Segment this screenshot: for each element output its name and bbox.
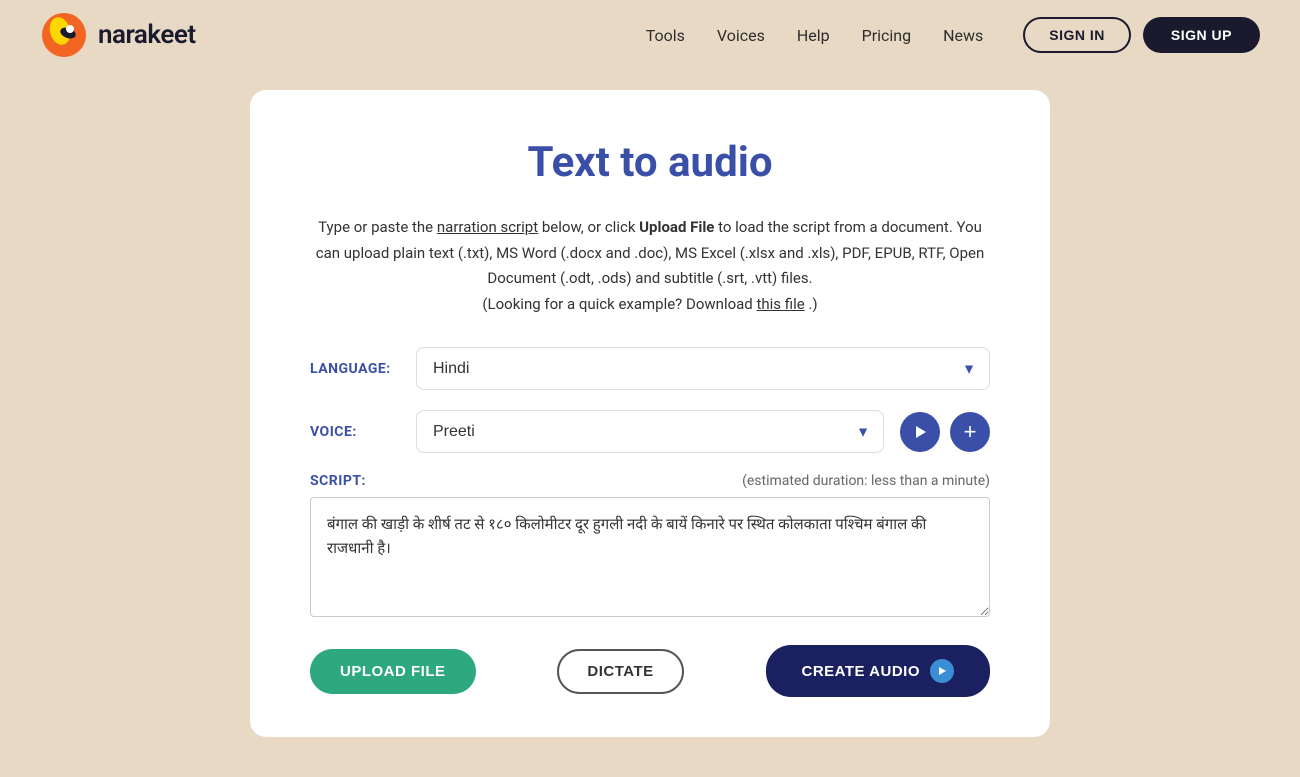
narration-script-link[interactable]: narration script [437,218,538,236]
play-voice-button[interactable] [900,412,940,452]
play-triangle-icon [937,666,947,676]
sign-up-button[interactable]: SIGN UP [1143,17,1260,53]
language-label: LANGUAGE: [310,361,400,377]
desc-part4: (Looking for a quick example? Download [482,295,756,313]
page-title: Text to audio [310,138,990,187]
upload-file-button[interactable]: UPLOAD FILE [310,649,476,694]
main-card: Text to audio Type or paste the narratio… [250,90,1050,737]
script-label: SCRIPT: [310,473,366,489]
script-header: SCRIPT: (estimated duration: less than a… [310,473,990,489]
desc-part1: Type or paste the [318,218,433,236]
create-audio-label: CREATE AUDIO [802,663,921,680]
nav-voices[interactable]: Voices [717,26,765,45]
nav-tools[interactable]: Tools [646,26,685,45]
dictate-button[interactable]: DICTATE [557,649,683,694]
language-field-row: LANGUAGE: Hindi ▼ [310,347,990,390]
nav-help[interactable]: Help [797,26,830,45]
voice-field-row: VOICE: Preeti ▼ + [310,410,990,453]
sign-in-button[interactable]: SIGN IN [1023,17,1131,53]
voice-select[interactable]: Preeti [416,410,884,453]
estimated-duration: (estimated duration: less than a minute) [742,473,990,489]
language-select[interactable]: Hindi [416,347,990,390]
add-voice-button[interactable]: + [950,412,990,452]
description-text: Type or paste the narration script below… [310,215,990,317]
upload-file-emphasis: Upload File [639,218,714,236]
voice-label: VOICE: [310,424,400,440]
desc-part2: below, or click [542,218,639,236]
nav-news[interactable]: News [943,26,983,45]
auth-buttons: SIGN IN SIGN UP [1023,17,1260,53]
logo-icon [40,11,88,59]
nav-pricing[interactable]: Pricing [862,26,912,45]
language-select-wrapper: Hindi ▼ [416,347,990,390]
play-icon [913,425,927,439]
script-textarea[interactable]: बंगाल की खाड़ी के शीर्ष तट से १८० किलोमी… [310,497,990,617]
logo[interactable]: narakeet [40,11,196,59]
main-nav: Tools Voices Help Pricing News [646,26,984,45]
voice-controls: + [900,412,990,452]
voice-select-wrapper: Preeti ▼ [416,410,884,453]
action-buttons: UPLOAD FILE DICTATE CREATE AUDIO [310,645,990,697]
script-section: SCRIPT: (estimated duration: less than a… [310,473,990,621]
desc-part5: .) [808,295,817,313]
logo-text: narakeet [98,20,196,50]
create-audio-button[interactable]: CREATE AUDIO [766,645,991,697]
create-audio-play-icon [930,659,954,683]
this-file-link[interactable]: this file [756,295,804,313]
